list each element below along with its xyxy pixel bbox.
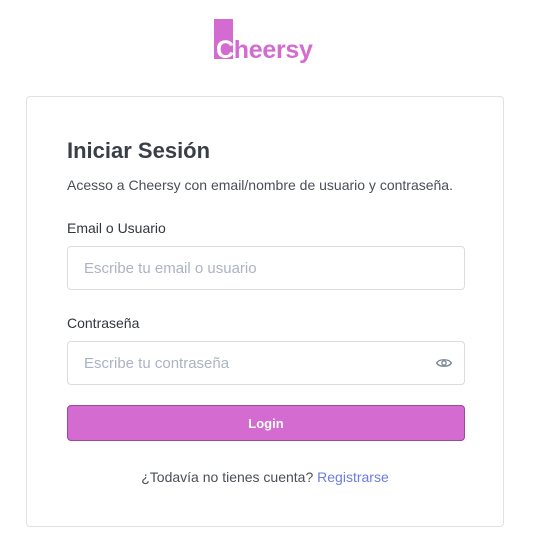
password-label: Contraseña [67, 315, 140, 331]
brand-logo: Cheersy [214, 19, 324, 64]
login-button[interactable]: Login [67, 405, 465, 441]
email-field[interactable] [67, 246, 465, 290]
eye-icon[interactable] [435, 355, 453, 371]
signup-row: ¿Todavía no tienes cuenta? Registrarse [27, 469, 503, 485]
signup-prompt: ¿Todavía no tienes cuenta? [141, 469, 314, 485]
login-card: Iniciar Sesión Acesso a Cheersy con emai… [26, 96, 504, 527]
page-title: Iniciar Sesión [67, 138, 211, 163]
logo-wordmark: Cheersy [216, 36, 313, 64]
register-link[interactable]: Registrarse [317, 469, 389, 485]
email-label: Email o Usuario [67, 220, 166, 236]
password-field[interactable] [67, 341, 465, 385]
logo-initial: C [216, 36, 234, 64]
page-subtitle: Acesso a Cheersy con email/nombre de usu… [67, 177, 453, 193]
logo-rest: heersy [233, 36, 313, 64]
